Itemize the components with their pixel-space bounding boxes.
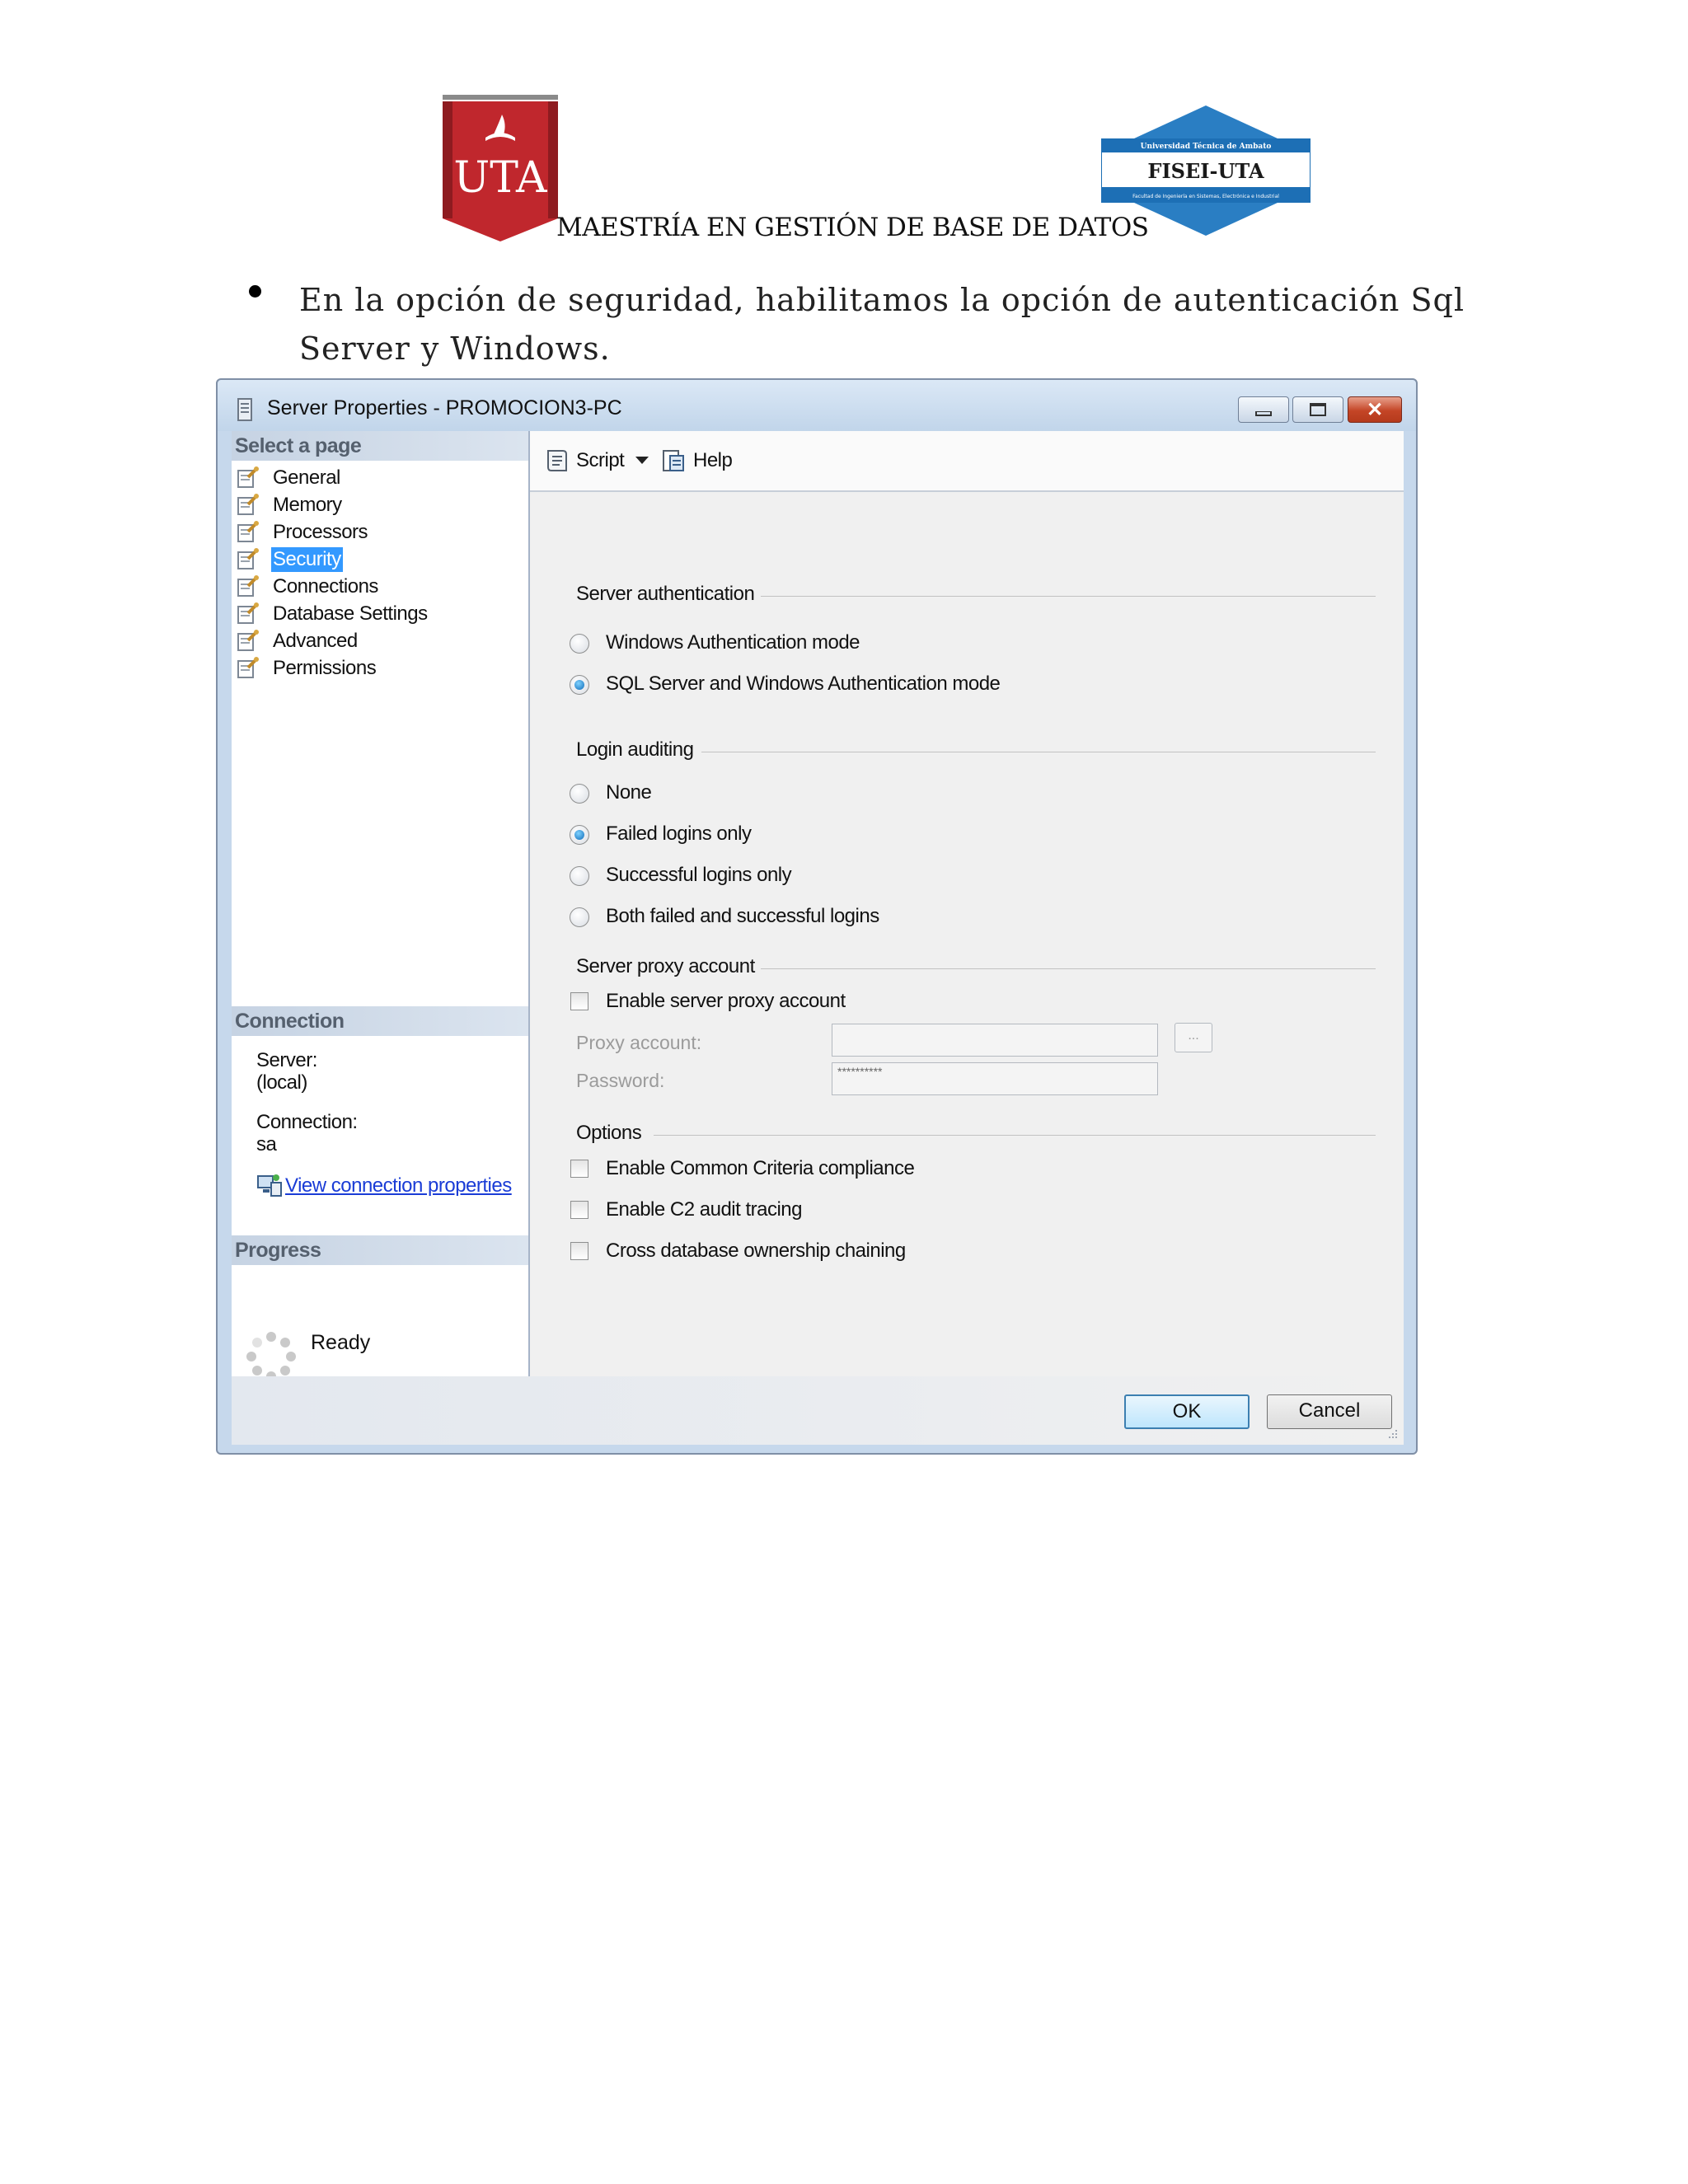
c2-audit-checkbox[interactable] bbox=[570, 1201, 588, 1219]
page-item-label: Connections bbox=[273, 575, 378, 598]
help-label: Help bbox=[693, 449, 733, 471]
common-criteria-label: Enable Common Criteria compliance bbox=[606, 1157, 915, 1179]
page-item-label: Database Settings bbox=[273, 602, 428, 625]
server-icon bbox=[237, 398, 252, 421]
server-label: Server: bbox=[256, 1049, 317, 1071]
uta-logo: UTA bbox=[443, 95, 558, 241]
audit-successful-label: Successful logins only bbox=[606, 864, 792, 886]
options-group-label: Options bbox=[576, 1122, 642, 1144]
cancel-button[interactable]: Cancel bbox=[1267, 1394, 1392, 1429]
bullet-point bbox=[249, 285, 261, 298]
proxy-account-label: Proxy account: bbox=[576, 1032, 702, 1053]
page-wrench-icon bbox=[237, 657, 259, 678]
toolbar: Script Help bbox=[530, 431, 1404, 492]
page-wrench-icon bbox=[237, 548, 259, 569]
sql-windows-auth-label: SQL Server and Windows Authentication mo… bbox=[606, 673, 1001, 695]
progress-status: Ready bbox=[311, 1331, 371, 1354]
page-item-label: Processors bbox=[273, 521, 368, 543]
ok-button[interactable]: OK bbox=[1124, 1394, 1250, 1429]
select-page-header: Select a page bbox=[232, 431, 528, 461]
audit-none-label: None bbox=[606, 781, 652, 804]
document-header-title: MAESTRÍA EN GESTIÓN DE BASE DE DATOS bbox=[556, 213, 1149, 242]
group-separator bbox=[761, 968, 1376, 969]
uta-logo-text: UTA bbox=[453, 153, 548, 203]
page-item-label: Advanced bbox=[273, 630, 358, 652]
dialog-footer: OK Cancel bbox=[232, 1376, 1404, 1445]
page-wrench-icon bbox=[237, 630, 259, 651]
common-criteria-checkbox[interactable] bbox=[570, 1160, 588, 1178]
page-wrench-icon bbox=[237, 521, 259, 542]
page-wrench-icon bbox=[237, 466, 259, 488]
script-button[interactable]: Script bbox=[543, 446, 625, 476]
server-value: (local) bbox=[256, 1071, 307, 1094]
close-button[interactable]: ✕ bbox=[1348, 396, 1402, 423]
server-proxy-group-label: Server proxy account bbox=[576, 955, 755, 977]
windows-auth-label: Windows Authentication mode bbox=[606, 631, 860, 654]
page-item-label: General bbox=[273, 466, 340, 489]
page-wrench-icon bbox=[237, 602, 259, 624]
page-item-label: Permissions bbox=[273, 657, 377, 679]
help-icon bbox=[663, 450, 684, 471]
fisei-logo-top-text: Universidad Técnica de Ambato bbox=[1141, 142, 1272, 151]
audit-both-label: Both failed and successful logins bbox=[606, 905, 879, 927]
page-item-label: Memory bbox=[273, 494, 342, 516]
page-wrench-icon bbox=[237, 494, 259, 515]
audit-failed-label: Failed logins only bbox=[606, 823, 752, 845]
cross-db-chaining-label: Cross database ownership chaining bbox=[606, 1240, 906, 1262]
dialog-title: Server Properties - PROMOCION3-PC bbox=[267, 396, 622, 419]
audit-both-radio[interactable] bbox=[570, 907, 589, 927]
cross-db-chaining-checkbox[interactable] bbox=[570, 1242, 588, 1260]
maximize-icon bbox=[1310, 403, 1326, 416]
minimize-button[interactable] bbox=[1238, 396, 1289, 423]
server-properties-dialog: Server Properties - PROMOCION3-PC ✕ Sele… bbox=[216, 378, 1418, 1455]
c2-audit-label: Enable C2 audit tracing bbox=[606, 1198, 803, 1221]
help-button[interactable]: Help bbox=[660, 446, 733, 476]
connection-label: Connection: bbox=[256, 1111, 358, 1133]
server-authentication-group-label: Server authentication bbox=[576, 583, 755, 605]
fisei-logo-main-text: FISEI-UTA bbox=[1147, 159, 1264, 183]
script-dropdown-arrow-icon[interactable] bbox=[635, 457, 649, 464]
view-connection-properties-link[interactable]: View connection properties bbox=[285, 1174, 512, 1197]
maximize-button[interactable] bbox=[1292, 396, 1343, 423]
resize-grip-icon[interactable] bbox=[1387, 1428, 1399, 1440]
enable-proxy-label: Enable server proxy account bbox=[606, 990, 846, 1012]
password-input[interactable]: ********** bbox=[832, 1062, 1158, 1095]
proxy-account-input[interactable] bbox=[832, 1024, 1158, 1057]
minimize-icon bbox=[1255, 411, 1272, 416]
enable-proxy-checkbox[interactable] bbox=[570, 992, 588, 1010]
login-auditing-group-label: Login auditing bbox=[576, 738, 694, 761]
proxy-browse-button[interactable]: ... bbox=[1175, 1023, 1212, 1052]
left-pane: Select a page General Memory Processors … bbox=[232, 431, 530, 1381]
fisei-logo-bottom-text: Facultad de Ingeniería en Sistemas, Elec… bbox=[1132, 194, 1279, 199]
script-icon bbox=[547, 450, 567, 471]
dialog-titlebar[interactable]: Server Properties - PROMOCION3-PC ✕ bbox=[218, 380, 1416, 431]
password-label: Password: bbox=[576, 1070, 665, 1091]
page-wrench-icon bbox=[237, 575, 259, 597]
connection-properties-icon bbox=[257, 1174, 282, 1197]
audit-successful-radio[interactable] bbox=[570, 866, 589, 886]
group-separator bbox=[654, 1135, 1376, 1136]
group-separator bbox=[761, 596, 1376, 597]
windows-auth-radio[interactable] bbox=[570, 634, 589, 654]
sql-windows-auth-radio[interactable] bbox=[570, 675, 589, 695]
connection-value: sa bbox=[256, 1133, 277, 1155]
progress-header: Progress bbox=[232, 1235, 528, 1265]
document-paragraph: En la opción de seguridad, habilitamos l… bbox=[299, 282, 1465, 367]
script-label: Script bbox=[576, 449, 625, 471]
right-pane: Script Help Server authentication Window… bbox=[530, 431, 1404, 1376]
audit-failed-radio[interactable] bbox=[570, 825, 589, 845]
progress-spinner-icon bbox=[246, 1332, 296, 1381]
close-icon: ✕ bbox=[1366, 398, 1384, 421]
page-item-label: Security bbox=[271, 547, 343, 572]
audit-none-radio[interactable] bbox=[570, 784, 589, 804]
connection-header: Connection bbox=[232, 1006, 528, 1036]
